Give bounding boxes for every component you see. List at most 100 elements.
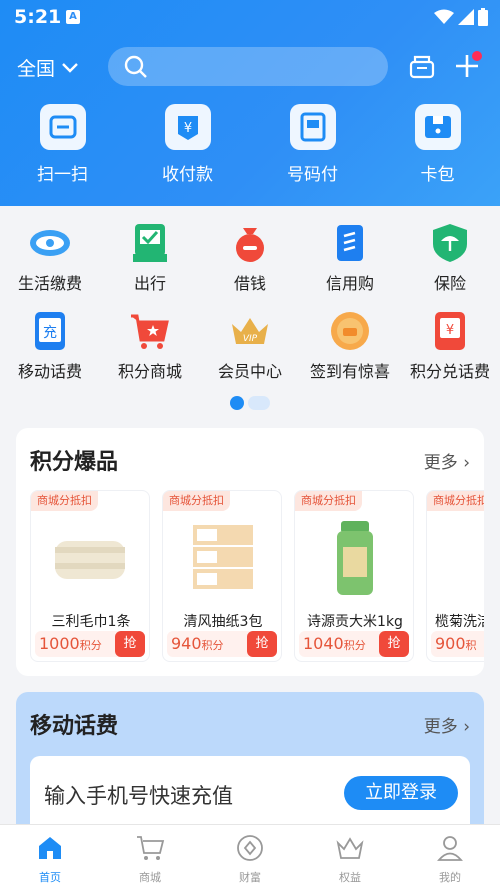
product-name: 榄菊洗洁 [435, 614, 484, 630]
tab-rights[interactable]: 权益 [300, 825, 400, 888]
quick-action-payment[interactable]: ¥ 收付款 [125, 104, 250, 192]
product-tag: 商城分抵扣 [427, 491, 484, 511]
service-row: 充 移动话费 积分商城 VIP 会员中心 签到有惊喜 ¥ 积分兑话费 [0, 310, 500, 398]
tab-label: 首页 [39, 871, 61, 884]
battery-icon [478, 8, 488, 26]
rights-icon [336, 837, 364, 859]
product-card[interactable]: 商城分抵扣 榄菊洗洁 900积 [426, 490, 484, 662]
service-points-mall[interactable]: 积分商城 [100, 310, 200, 398]
service-vip[interactable]: VIP 会员中心 [200, 310, 300, 398]
quick-actions: 扫一扫 ¥ 收付款 号码付 卡包 [0, 104, 500, 192]
svg-text:¥: ¥ [446, 323, 454, 338]
chevron-right-icon: › [463, 717, 470, 737]
product-tag: 商城分抵扣 [163, 491, 230, 511]
system-icons [434, 8, 488, 26]
svg-text:VIP: VIP [243, 334, 258, 344]
product-price: 1040积分 抢 [299, 631, 409, 657]
insurance-icon [429, 222, 471, 264]
chevron-down-icon [62, 62, 78, 73]
product-points: 900积 [435, 634, 477, 653]
product-card[interactable]: 商城分抵扣 诗源贡大米1kg 1040积分 抢 [294, 490, 414, 662]
service-grid: 生活缴费 出行 借钱 信用购 保险 充 移动话费 积分商城 VIP 会员中心 签… [0, 222, 500, 398]
notification-app-icon: A [66, 10, 80, 24]
tab-home[interactable]: 首页 [0, 825, 100, 888]
service-label: 积分兑话费 [409, 362, 490, 381]
notification-dot [472, 51, 482, 61]
page-dot [248, 396, 270, 410]
tab-mall[interactable]: 商城 [100, 825, 200, 888]
wealth-icon [237, 835, 263, 861]
card-wallet-icon [414, 104, 461, 150]
login-button[interactable]: 立即登录 [344, 776, 458, 810]
mall-icon [137, 836, 165, 860]
towel-image [55, 541, 125, 579]
product-card[interactable]: 商城分抵扣 清风抽纸3包 940积分 抢 [162, 490, 282, 662]
utility-bill-icon [29, 222, 71, 264]
product-points: 1000积分 [39, 634, 102, 653]
chevron-right-icon: › [463, 453, 470, 473]
product-name: 清风抽纸3包 [183, 614, 263, 630]
service-checkin[interactable]: 签到有惊喜 [300, 310, 400, 398]
points-mall-icon [129, 310, 171, 352]
profile-icon [437, 836, 463, 861]
rice-image [337, 521, 373, 595]
service-label: 积分商城 [117, 362, 182, 381]
bottom-tab-bar: 首页 商城 财富 权益 我的 [0, 824, 500, 888]
product-price: 1000积分 抢 [35, 631, 145, 657]
page-dot-active [230, 396, 244, 410]
quick-action-scan[interactable]: 扫一扫 [0, 104, 125, 192]
credit-shop-icon [329, 222, 371, 264]
status-time: 5:21 [14, 6, 62, 28]
service-points-exchange[interactable]: ¥ 积分兑话费 [400, 310, 500, 398]
svg-text:¥: ¥ [183, 121, 191, 136]
search-icon [124, 55, 147, 78]
loan-icon [229, 222, 271, 264]
service-mobile-recharge[interactable]: 充 移动话费 [0, 310, 100, 398]
product-tag: 商城分抵扣 [295, 491, 362, 511]
service-label: 信用购 [325, 274, 374, 293]
product-name: 三利毛巾1条 [51, 614, 131, 630]
signal-icon [458, 9, 474, 25]
tab-wealth[interactable]: 财富 [200, 825, 300, 888]
quick-action-label: 收付款 [162, 165, 213, 185]
product-points: 1040积分 [303, 634, 366, 653]
service-loan[interactable]: 借钱 [200, 222, 300, 310]
region-selector[interactable]: 全国 [17, 54, 79, 81]
product-points: 940积分 [171, 634, 224, 653]
service-credit-shop[interactable]: 信用购 [300, 222, 400, 310]
service-label: 保险 [433, 274, 466, 293]
phone-pay-icon [289, 104, 336, 150]
top-bar: 全国 [0, 46, 500, 88]
message-icon[interactable] [408, 54, 436, 80]
points-exchange-icon: ¥ [429, 310, 471, 352]
tissue-image [193, 525, 253, 589]
scan-icon [39, 104, 86, 150]
quick-action-phone-pay[interactable]: 号码付 [250, 104, 375, 192]
grab-button[interactable]: 抢 [247, 631, 277, 657]
service-travel[interactable]: 出行 [100, 222, 200, 310]
service-insurance[interactable]: 保险 [400, 222, 500, 310]
product-list: 商城分抵扣 三利毛巾1条 1000积分 抢 商城分抵扣 清风抽纸3包 940积分… [30, 490, 484, 662]
section-title: 移动话费 [30, 714, 119, 739]
more-link[interactable]: 更多 › [424, 712, 470, 737]
more-label: 更多 [423, 717, 458, 737]
service-label: 生活缴费 [17, 274, 82, 293]
phone-number-input[interactable]: 输入手机号快速充值 [44, 780, 233, 810]
grab-button[interactable]: 抢 [379, 631, 409, 657]
search-input[interactable] [108, 47, 388, 86]
tab-profile[interactable]: 我的 [400, 825, 500, 888]
tab-label: 权益 [339, 871, 361, 884]
grab-button[interactable]: 抢 [115, 631, 145, 657]
service-label: 借钱 [233, 274, 266, 293]
quick-action-card-wallet[interactable]: 卡包 [375, 104, 500, 192]
service-row: 生活缴费 出行 借钱 信用购 保险 [0, 222, 500, 310]
status-bar: 5:21 A [0, 0, 500, 34]
service-utility-bill[interactable]: 生活缴费 [0, 222, 100, 310]
product-card[interactable]: 商城分抵扣 三利毛巾1条 1000积分 抢 [30, 490, 150, 662]
tab-label: 商城 [139, 871, 161, 884]
service-label: 移动话费 [17, 362, 82, 381]
more-link[interactable]: 更多 › [424, 448, 470, 473]
service-label: 签到有惊喜 [309, 362, 390, 381]
payment-icon: ¥ [164, 104, 211, 150]
wifi-icon [434, 9, 454, 24]
